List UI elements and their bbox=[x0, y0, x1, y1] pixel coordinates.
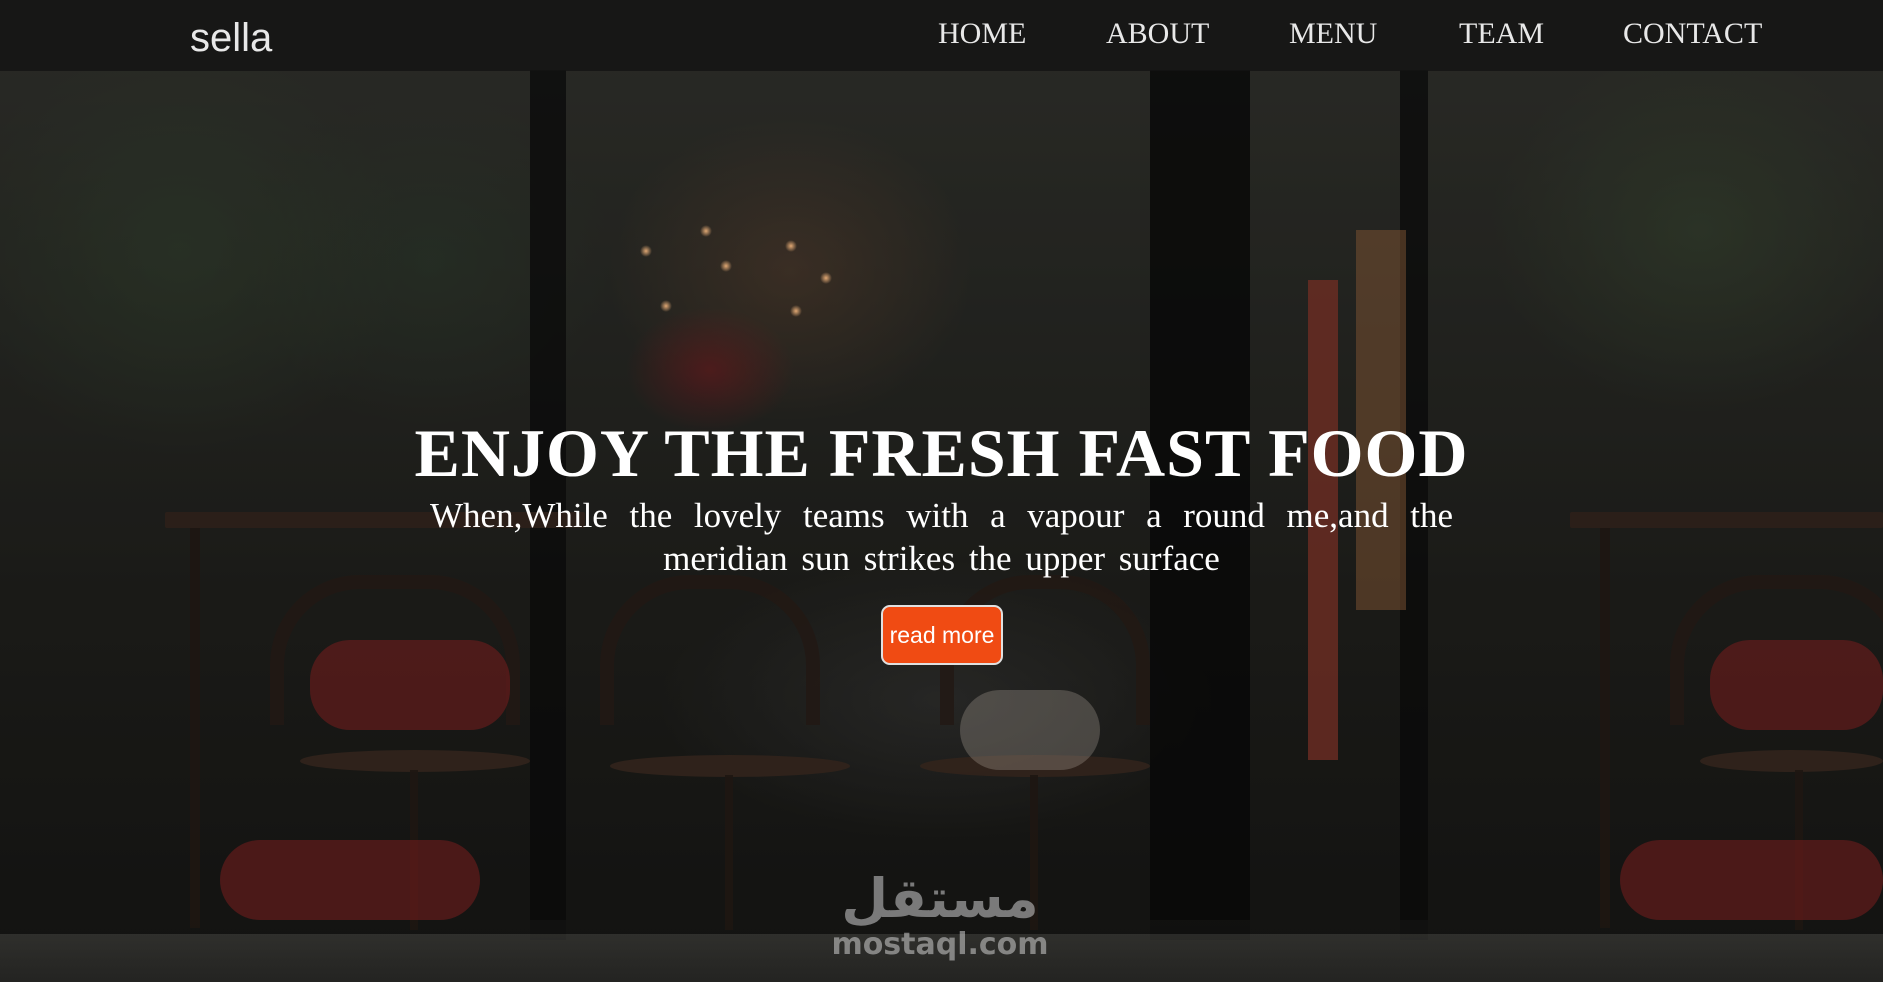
chair-back bbox=[600, 575, 820, 725]
nav-contact[interactable]: CONTACT bbox=[1623, 16, 1762, 52]
scooter bbox=[1710, 640, 1883, 730]
chair-seat bbox=[300, 750, 530, 772]
nav-team[interactable]: TEAM bbox=[1459, 16, 1544, 52]
watermark-logo: مستقل mostaql.com bbox=[820, 870, 1060, 962]
bokeh-light bbox=[640, 245, 652, 257]
hero-subtitle: When,While the lovely teams with a vapou… bbox=[430, 496, 1453, 578]
bokeh-light bbox=[785, 240, 797, 252]
read-more-button[interactable]: read more bbox=[881, 605, 1003, 665]
bokeh-light bbox=[790, 305, 802, 317]
chair-seat bbox=[610, 755, 850, 777]
bokeh-light bbox=[720, 260, 732, 272]
bokeh-light bbox=[820, 272, 832, 284]
chair-leg bbox=[725, 775, 733, 930]
scooter bbox=[220, 840, 480, 920]
bokeh-light bbox=[660, 300, 672, 312]
watermark-arabic: مستقل bbox=[841, 867, 1039, 930]
table-leg bbox=[1600, 528, 1610, 928]
chair-seat bbox=[1700, 750, 1883, 772]
table-top bbox=[1570, 512, 1883, 528]
brand-logo[interactable]: sella bbox=[190, 14, 272, 62]
nav-home[interactable]: HOME bbox=[938, 16, 1026, 52]
watermark-latin: mostaql.com bbox=[831, 927, 1049, 962]
top-navbar: sella HOME ABOUT MENU TEAM CONTACT bbox=[0, 0, 1883, 71]
nav-about[interactable]: ABOUT bbox=[1106, 16, 1209, 52]
scooter bbox=[310, 640, 510, 730]
scooter bbox=[960, 690, 1100, 770]
scooter bbox=[1620, 840, 1883, 920]
hero-headline: ENJOY THE FRESH FAST FOOD bbox=[414, 415, 1469, 491]
table-leg bbox=[190, 528, 200, 928]
bokeh-light bbox=[700, 225, 712, 237]
nav-menu[interactable]: MENU bbox=[1289, 16, 1377, 52]
